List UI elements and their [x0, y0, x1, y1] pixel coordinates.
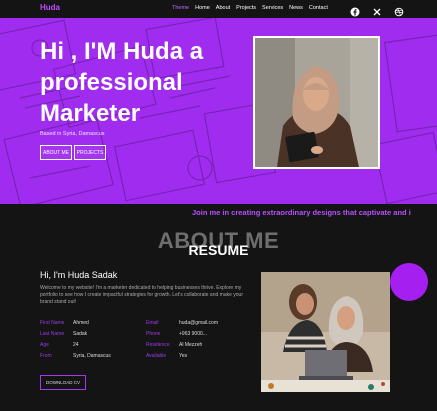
info-label: Residence	[146, 342, 170, 348]
info-label: First Name	[40, 320, 65, 326]
info-row: First Name Ahmed	[40, 318, 130, 329]
info-label: Email	[146, 320, 159, 326]
resume-subtitle: RESUME	[188, 242, 249, 258]
navbar: Huda Theme Home About Projects Services …	[0, 0, 437, 18]
personal-info-left: First Name Ahmed Last Name Sadak Age 24 Fro…	[40, 318, 130, 362]
nav-link-contact[interactable]: Contact	[309, 5, 328, 11]
projects-button[interactable]: PROJECTS	[74, 145, 106, 160]
about-description: Welcome to my website! I'm a marketer de…	[40, 285, 244, 305]
info-row: Residence Al Mezzeh	[146, 340, 236, 351]
nav-link-theme[interactable]: Theme	[172, 5, 189, 11]
personal-info-right: Email huda@gmail.com Phone +963 9000... Re…	[146, 318, 236, 362]
info-value: huda@gmail.com	[179, 320, 218, 326]
about-team-photo	[261, 272, 390, 392]
info-value: Sadak	[73, 331, 88, 337]
info-row: Last Name Sadak	[40, 329, 130, 340]
dribbble-icon[interactable]	[394, 4, 404, 17]
site-logo[interactable]: Huda	[40, 3, 60, 12]
download-cv-button[interactable]: DOWNLOAD CV	[40, 375, 86, 390]
info-value: Ahmed	[73, 320, 89, 326]
about-me-button[interactable]: ABOUT ME	[40, 145, 72, 160]
nav-links: Theme Home About Projects Services News …	[172, 5, 328, 11]
nav-link-projects[interactable]: Projects	[236, 5, 256, 11]
hero-section: Hi , I'M Huda a professional Marketer Ba…	[0, 18, 437, 204]
info-row: Phone +963 9000...	[146, 329, 236, 340]
marquee-text: Join me in creating extraordinary design…	[192, 208, 411, 217]
facebook-icon[interactable]	[350, 4, 360, 17]
nav-link-news[interactable]: News	[289, 5, 303, 11]
info-value: Al Mezzeh	[179, 342, 203, 348]
info-label: From	[40, 353, 52, 359]
info-row: From Syria, Damascus	[40, 351, 130, 362]
info-label: Available	[146, 353, 167, 359]
info-value: 24	[73, 342, 79, 348]
nav-link-home[interactable]: Home	[195, 5, 210, 11]
social-links	[350, 4, 404, 17]
info-label: Age	[40, 342, 49, 348]
info-row: Available Yes	[146, 351, 236, 362]
info-row: Email huda@gmail.com	[146, 318, 236, 329]
info-row: Age 24	[40, 340, 130, 351]
info-value: Yes	[179, 353, 188, 359]
info-label: Phone	[146, 331, 161, 337]
info-value: Syria, Damascus	[73, 353, 111, 359]
hero-location-text: Based in Syria, Damascus	[40, 131, 105, 137]
hero-title: Hi , I'M Huda a professional Marketer	[40, 38, 204, 127]
hero-portrait-photo	[253, 36, 380, 169]
nav-link-about[interactable]: About	[216, 5, 230, 11]
info-label: Last Name	[40, 331, 65, 337]
decorative-circle	[390, 263, 428, 301]
about-greeting: Hi, I'm Huda Sadak	[40, 270, 118, 280]
x-twitter-icon[interactable]	[372, 4, 382, 16]
info-value: +963 9000...	[179, 331, 207, 337]
nav-link-services[interactable]: Services	[262, 5, 283, 11]
